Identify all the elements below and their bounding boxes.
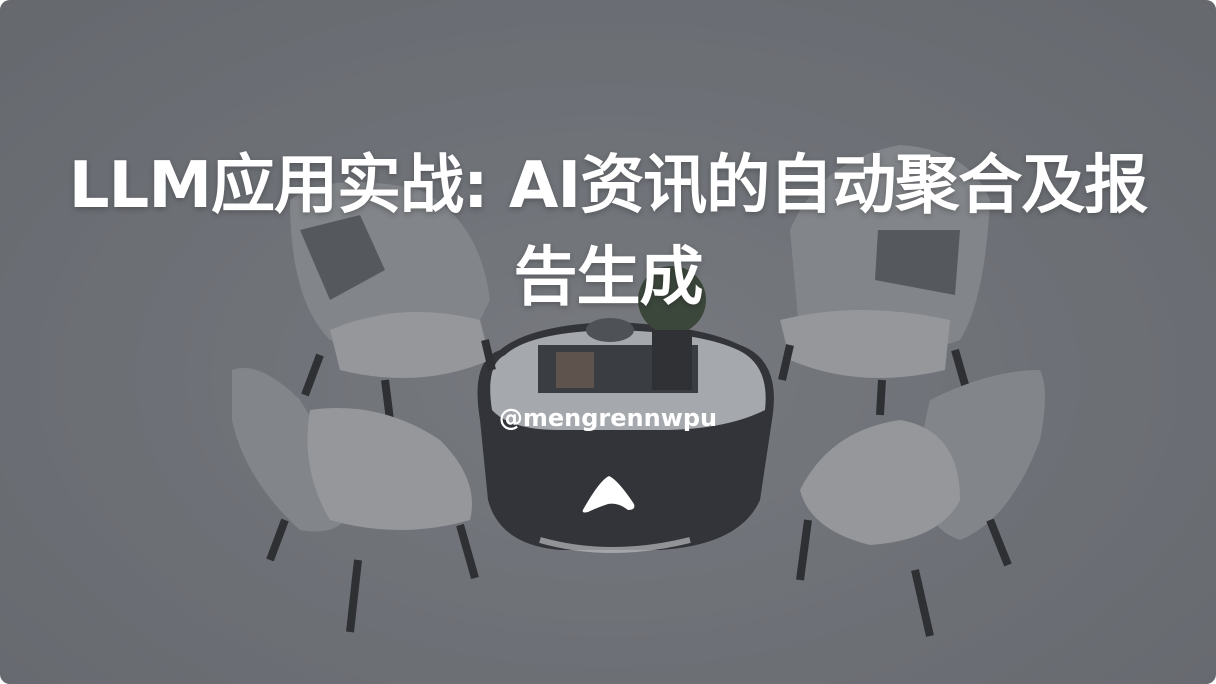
- author-handle: @mengrennwpu: [498, 404, 718, 432]
- arrow-up-logo-icon: [582, 476, 635, 513]
- slide-title: LLM应用实战: AI资讯的自动聚合及报告生成: [68, 149, 1148, 315]
- dim-overlay: [0, 0, 1216, 684]
- cover-card: LLM应用实战: AI资讯的自动聚合及报告生成 @mengrennwpu: [0, 0, 1216, 684]
